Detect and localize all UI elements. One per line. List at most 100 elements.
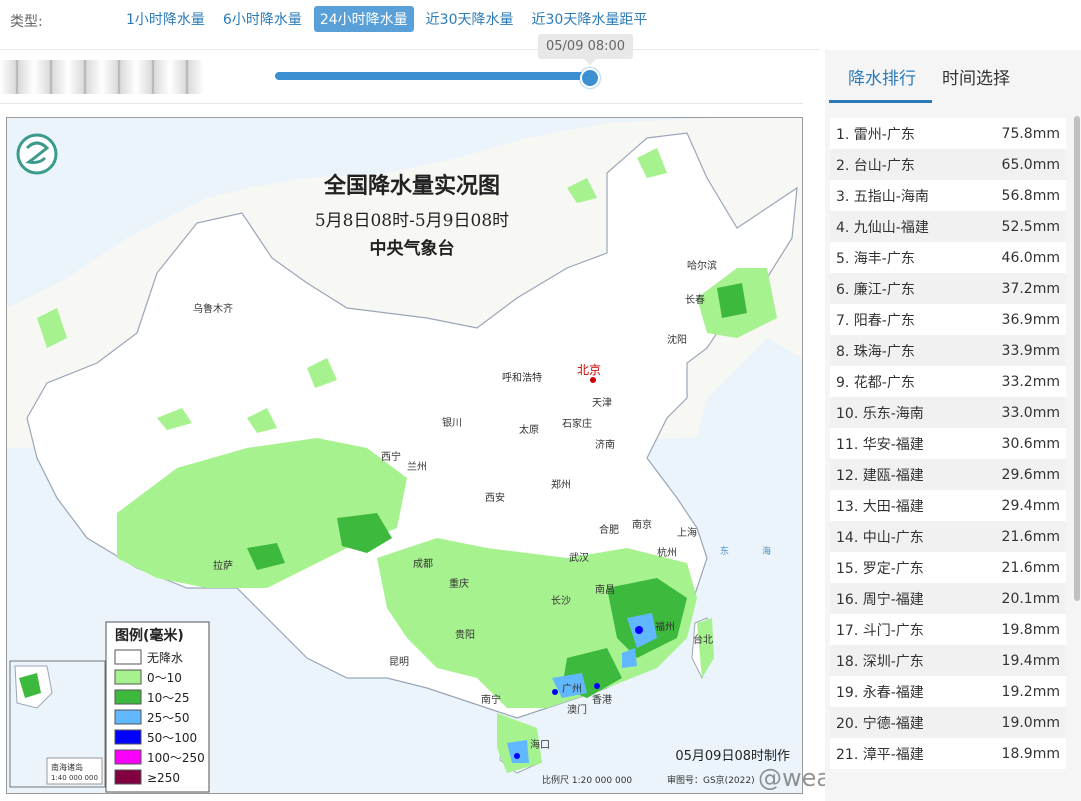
ranking-station: 1. 雷州-广东 — [836, 126, 915, 143]
tab-precip-ranking[interactable]: 降水排行 — [848, 64, 916, 89]
ranking-value: 52.5mm — [1001, 218, 1060, 235]
ranking-value: 65.0mm — [1001, 156, 1060, 173]
city-nanning: 南宁 — [481, 693, 501, 706]
ranking-value: 56.8mm — [1001, 187, 1060, 204]
frame-thumb[interactable] — [170, 60, 204, 94]
city-yinchuan: 银川 — [442, 416, 462, 429]
frame-thumb[interactable] — [102, 60, 136, 94]
time-slider-handle[interactable] — [580, 68, 600, 88]
ranking-station: 8. 珠海-广东 — [836, 343, 915, 360]
ranking-station: 11. 华安-福建 — [836, 436, 924, 453]
city-hefei: 合肥 — [599, 523, 619, 536]
ranking-station: 19. 永春-福建 — [836, 684, 924, 701]
legend-swatch — [114, 749, 142, 765]
ranking-value: 21.6mm — [1001, 559, 1060, 576]
time-tooltip: 05/09 08:00 — [538, 34, 634, 65]
city-zhengzhou: 郑州 — [551, 478, 571, 491]
time-slider-track[interactable] — [275, 72, 590, 80]
inset-scale: 1:40 000 000 — [51, 774, 98, 782]
sea-label-sea: 海 — [762, 545, 771, 557]
ranking-value: 20.1mm — [1001, 590, 1060, 607]
timeline-divider — [0, 103, 803, 104]
city-lanzhou: 兰州 — [407, 460, 427, 473]
ranking-station: 18. 深圳-广东 — [836, 653, 924, 670]
ranking-station: 21. 漳平-福建 — [836, 746, 924, 763]
ranking-row[interactable]: 21. 漳平-福建 18.9mm — [830, 738, 1066, 769]
ranking-row[interactable]: 2. 台山-广东 65.0mm — [830, 149, 1066, 180]
ranking-row[interactable]: 18. 深圳-广东 19.4mm — [830, 645, 1066, 676]
tab-30d-anomaly[interactable]: 近30天降水量距平 — [526, 6, 654, 32]
city-changsha: 长沙 — [551, 595, 571, 607]
ranking-row[interactable]: 3. 五指山-海南 56.8mm — [830, 180, 1066, 211]
legend-swatch — [114, 729, 142, 745]
city-shenyang: 沈阳 — [667, 333, 687, 346]
legend-label: 100～250 — [147, 751, 205, 765]
ranking-row[interactable]: 10. 乐东-海南 33.0mm — [830, 397, 1066, 428]
ranking-value: 19.2mm — [1001, 683, 1060, 700]
city-harbin: 哈尔滨 — [687, 259, 717, 272]
map-legend: 图例(毫米) — [105, 621, 210, 793]
ranking-scrollbar[interactable] — [1074, 116, 1080, 601]
ranking-value: 30.6mm — [1001, 435, 1060, 452]
legend-swatch — [114, 709, 142, 725]
ranking-station: 10. 乐东-海南 — [836, 405, 924, 422]
legend-label: 25～50 — [147, 711, 190, 725]
ranking-row[interactable]: 11. 华安-福建 30.6mm — [830, 428, 1066, 459]
ranking-row[interactable]: 15. 罗定-广东 21.6mm — [830, 552, 1066, 583]
ranking-value: 29.6mm — [1001, 466, 1060, 483]
ranking-row[interactable]: 19. 永春-福建 19.2mm — [830, 676, 1066, 707]
ranking-row[interactable]: 4. 九仙山-福建 52.5mm — [830, 211, 1066, 242]
frame-thumb[interactable] — [68, 60, 102, 94]
ranking-value: 36.9mm — [1001, 311, 1060, 328]
frame-thumb[interactable] — [34, 60, 68, 94]
capital-marker — [590, 377, 596, 383]
tab-30d-precip[interactable]: 近30天降水量 — [420, 6, 520, 32]
ranking-row[interactable]: 6. 廉江-广东 37.2mm — [830, 273, 1066, 304]
frame-thumb[interactable] — [0, 60, 34, 94]
map-svg: 全国降水量实况图 5月8日08时-5月9日08时 中央气象台 乌鲁木齐 哈尔滨 … — [7, 118, 802, 793]
ranking-station: 5. 海丰-广东 — [836, 250, 915, 267]
frame-thumb[interactable] — [136, 60, 170, 94]
ranking-row[interactable]: 8. 珠海-广东 33.9mm — [830, 335, 1066, 366]
city-macau: 澳门 — [567, 703, 587, 716]
ranking-station: 9. 花都-广东 — [836, 374, 915, 391]
ranking-row[interactable]: 13. 大田-福建 29.4mm — [830, 490, 1066, 521]
review-number: 审图号：GS京(2022) — [667, 774, 755, 786]
ranking-station: 13. 大田-福建 — [836, 498, 924, 515]
ranking-value: 21.6mm — [1001, 528, 1060, 545]
tab-24h-precip[interactable]: 24小时降水量 — [313, 6, 414, 32]
timeline: 05/09 08:00 — [0, 34, 810, 102]
ranking-row[interactable]: 9. 花都-广东 33.2mm — [830, 366, 1066, 397]
city-kunming: 昆明 — [389, 656, 409, 668]
ranking-row[interactable]: 12. 建瓯-福建 29.6mm — [830, 459, 1066, 490]
tab-time-select[interactable]: 时间选择 — [942, 64, 1010, 89]
ranking-station: 4. 九仙山-福建 — [836, 219, 929, 236]
legend-title: 图例(毫米) — [115, 627, 184, 644]
ranking-row[interactable]: 20. 宁德-福建 19.0mm — [830, 707, 1066, 738]
city-guiyang: 贵阳 — [455, 628, 475, 641]
right-panel: 降水排行 时间选择 1. 雷州-广东 75.8mm 2. 台山-广东 65.0mm 3.… — [825, 50, 1081, 801]
tab-6h-precip[interactable]: 6小时降水量 — [217, 6, 308, 32]
legend-label: 10～25 — [147, 691, 190, 705]
ranking-row[interactable]: 16. 周宁-福建 20.1mm — [830, 583, 1066, 614]
ranking-station: 17. 斗门-广东 — [836, 622, 924, 639]
ranking-row[interactable]: 14. 中山-广东 21.6mm — [830, 521, 1066, 552]
legend-swatch — [114, 669, 142, 685]
ranking-row[interactable]: 5. 海丰-广东 46.0mm — [830, 242, 1066, 273]
ranking-row[interactable]: 17. 斗门-广东 19.8mm — [830, 614, 1066, 645]
ranking-station: 3. 五指山-海南 — [836, 188, 929, 205]
type-label: 类型: — [10, 14, 43, 30]
ranking-value: 75.8mm — [1001, 125, 1060, 142]
city-guangzhou: 广州 — [562, 683, 582, 695]
legend-label: 0～10 — [147, 671, 182, 685]
ranking-value: 19.4mm — [1001, 652, 1060, 669]
ranking-row[interactable]: 7. 阳春-广东 36.9mm — [830, 304, 1066, 335]
city-xining: 西宁 — [381, 450, 401, 463]
city-chengdu: 成都 — [413, 558, 433, 570]
ranking-row[interactable]: 1. 雷州-广东 75.8mm — [830, 118, 1066, 149]
tab-1h-precip[interactable]: 1小时降水量 — [120, 6, 211, 32]
city-chongqing: 重庆 — [449, 577, 469, 590]
legend-label: ≥250 — [147, 771, 180, 785]
ranking-value: 33.0mm — [1001, 404, 1060, 421]
city-tianjin: 天津 — [592, 397, 612, 409]
